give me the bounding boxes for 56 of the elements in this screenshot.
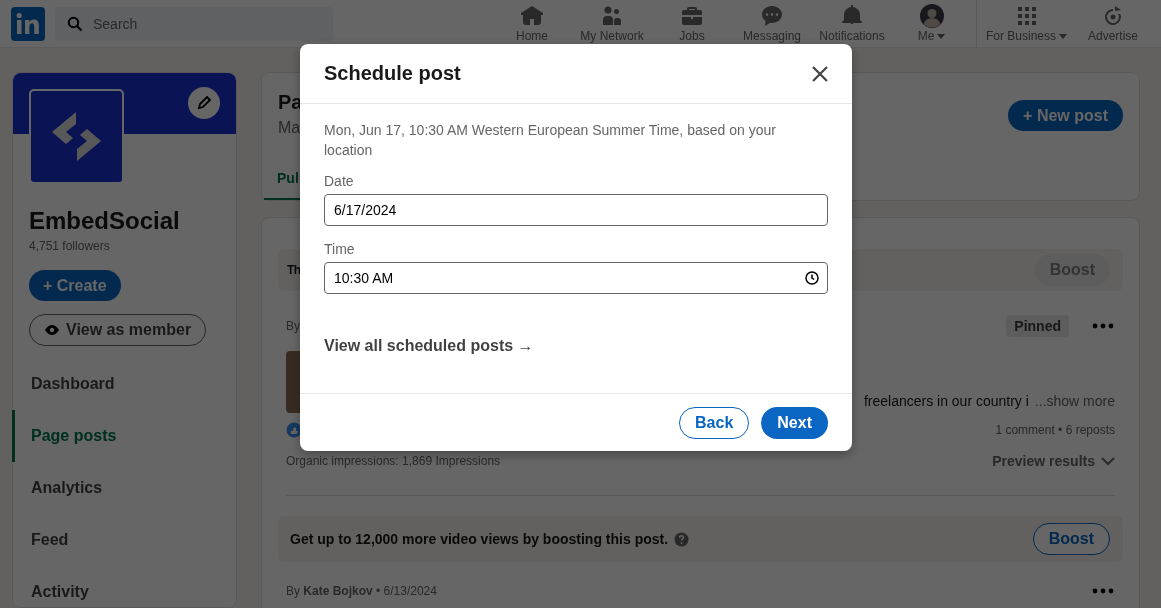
create-button[interactable]: + Create <box>29 270 121 301</box>
follower-count: 4,751 followers <box>29 239 111 253</box>
people-icon <box>600 4 624 28</box>
boost-message: Th <box>287 263 301 277</box>
nav-item[interactable]: Home <box>492 0 572 48</box>
help-icon[interactable] <box>674 531 690 547</box>
boost-button[interactable]: Boost <box>1032 523 1110 555</box>
post-author: By Kate Bojkov • 6/13/2024 <box>286 584 437 598</box>
post-author: By <box>286 319 300 333</box>
timezone-note: Mon, Jun 17, 10:30 AM Western European Summer Time, based on your location <box>324 121 777 160</box>
company-name: EmbedSocial <box>29 206 181 236</box>
new-post-button[interactable]: + New post <box>1008 100 1123 131</box>
nav-item[interactable]: Messaging <box>732 0 812 48</box>
post-text: freelancers in our country i <box>863 393 1029 409</box>
nav-item[interactable]: Me <box>892 0 972 48</box>
linkedin-logo-icon[interactable] <box>11 6 45 41</box>
date-field[interactable]: 6/17/2024 <box>324 194 828 226</box>
page-subtitle: Ma <box>278 119 302 137</box>
home-icon <box>520 4 544 28</box>
nav-item[interactable]: Notifications <box>812 0 892 48</box>
chevron-down-icon <box>1101 456 1115 466</box>
sidebar-item[interactable]: Dashboard <box>12 358 236 410</box>
close-icon[interactable] <box>810 63 830 84</box>
time-field[interactable]: 10:30 AM <box>324 262 828 294</box>
nav-item[interactable]: For Business <box>981 0 1073 48</box>
sidebar-item[interactable]: Feed <box>12 514 236 566</box>
dialog-title: Schedule post <box>324 62 461 85</box>
nav-item[interactable]: My Network <box>572 0 652 48</box>
avatar-icon <box>920 4 944 28</box>
grid-icon <box>1015 4 1039 28</box>
search-icon <box>67 15 83 32</box>
search-field[interactable]: Search <box>55 6 333 41</box>
next-button[interactable]: Next <box>761 407 828 439</box>
impressions-count: Organic impressions: 1,869 Impressions <box>286 454 501 468</box>
back-button[interactable]: Back <box>679 407 750 439</box>
field-label: Date <box>324 172 355 190</box>
edit-pencil-icon[interactable] <box>188 87 220 119</box>
eye-icon <box>44 322 60 338</box>
clock-icon[interactable] <box>805 271 819 285</box>
chat-bubble-icon <box>760 4 784 28</box>
boost-message: Get up to 12,000 more video views by boosting this post. <box>290 531 669 547</box>
engagement-stats[interactable]: 1 comment • 6 reposts <box>995 423 1115 437</box>
more-options-icon[interactable] <box>1091 587 1115 595</box>
sidebar-item[interactable]: Activity <box>12 566 236 608</box>
scheduled-posts-link[interactable]: View all scheduled posts → <box>324 337 534 355</box>
field-label: Time <box>324 240 356 258</box>
sidebar-item[interactable]: Page posts <box>12 410 236 462</box>
more-options-icon[interactable] <box>1091 322 1115 330</box>
show-more-link[interactable]: ...show more <box>1034 393 1115 409</box>
pinned-badge: Pinned <box>1006 315 1069 337</box>
nav-item[interactable]: Advertise <box>1073 0 1153 48</box>
view-as-member-button[interactable]: View as member <box>29 314 207 346</box>
nav-item[interactable]: Jobs <box>652 0 732 48</box>
briefcase-icon <box>680 4 704 28</box>
sidebar-item[interactable]: Analytics <box>12 462 236 514</box>
preview-results-button[interactable]: Preview results <box>992 453 1115 469</box>
